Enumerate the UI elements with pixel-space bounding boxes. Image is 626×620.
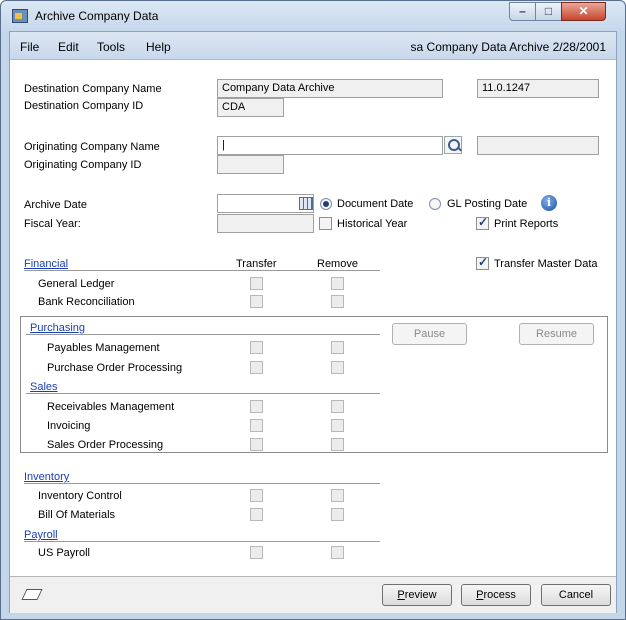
- payroll-divider: [24, 541, 380, 542]
- sales-divider: [26, 393, 380, 394]
- payables-transfer-checkbox[interactable]: [250, 341, 263, 354]
- user-company-date-status: sa Company Data Archive 2/28/2001: [410, 40, 606, 54]
- list-item: US Payroll: [38, 547, 90, 559]
- menu-tools[interactable]: Tools: [97, 40, 125, 54]
- list-item: Bill Of Materials: [38, 509, 116, 521]
- purchase-order-remove-checkbox[interactable]: [331, 361, 344, 374]
- archive-app-icon: [12, 9, 28, 23]
- orig-company-name-input[interactable]: |: [217, 136, 443, 155]
- sales-order-remove-checkbox[interactable]: [331, 438, 344, 451]
- us-payroll-transfer-checkbox[interactable]: [250, 546, 263, 559]
- close-button[interactable]: ✕: [561, 2, 606, 21]
- document-date-radio[interactable]: [320, 198, 332, 210]
- footer-bar: Preview Process Cancel: [10, 576, 616, 613]
- inventory-section-link[interactable]: Inventory: [24, 471, 69, 483]
- menu-help[interactable]: Help: [146, 40, 171, 54]
- invoicing-remove-checkbox[interactable]: [331, 419, 344, 432]
- orig-company-id-label: Originating Company ID: [24, 159, 142, 171]
- general-ledger-remove-checkbox[interactable]: [331, 277, 344, 290]
- invoicing-transfer-checkbox[interactable]: [250, 419, 263, 432]
- financial-section-link[interactable]: Financial: [24, 258, 68, 270]
- purchase-order-transfer-checkbox[interactable]: [250, 361, 263, 374]
- close-icon: ✕: [578, 4, 589, 18]
- preview-label: review: [404, 589, 437, 601]
- print-reports-checkbox[interactable]: [476, 215, 489, 230]
- menu-bar: File Edit Tools Help sa Company Data Arc…: [10, 32, 616, 60]
- menu-file[interactable]: File: [20, 40, 39, 54]
- fiscal-year-label: Fiscal Year:: [24, 218, 81, 230]
- inventory-control-transfer-checkbox[interactable]: [250, 489, 263, 502]
- list-item: Purchase Order Processing: [47, 362, 183, 374]
- list-item: Inventory Control: [38, 490, 122, 502]
- minimize-button[interactable]: –: [509, 2, 536, 21]
- info-icon[interactable]: i: [541, 195, 557, 211]
- cancel-button[interactable]: Cancel: [541, 584, 611, 606]
- sales-section-link[interactable]: Sales: [30, 381, 58, 393]
- historical-year-checkbox[interactable]: [319, 217, 332, 230]
- maximize-button[interactable]: □: [535, 2, 562, 21]
- process-label: rocess: [483, 589, 516, 601]
- list-item: Payables Management: [47, 342, 160, 354]
- bank-reconciliation-transfer-checkbox[interactable]: [250, 295, 263, 308]
- calendar-icon[interactable]: [299, 197, 313, 210]
- dest-company-name-label: Destination Company Name: [24, 83, 162, 95]
- purchasing-section-link[interactable]: Purchasing: [30, 322, 85, 334]
- note-icon[interactable]: [21, 589, 43, 600]
- transfer-master-label: Transfer Master Data: [494, 258, 598, 270]
- menu-edit[interactable]: Edit: [58, 40, 79, 54]
- dialog-content: File Edit Tools Help sa Company Data Arc…: [9, 31, 617, 613]
- dest-company-id-field: CDA: [217, 98, 284, 117]
- sales-order-transfer-checkbox[interactable]: [250, 438, 263, 451]
- list-item: General Ledger: [38, 278, 115, 290]
- document-date-label: Document Date: [337, 198, 414, 210]
- archive-window: Archive Company Data – □ ✕ File Edit Too…: [0, 0, 626, 620]
- list-item: Bank Reconciliation: [38, 296, 135, 308]
- gl-posting-date-label: GL Posting Date: [447, 198, 528, 210]
- orig-company-id-field: [217, 155, 284, 174]
- payroll-section-link[interactable]: Payroll: [24, 529, 58, 541]
- purchasing-divider: [26, 334, 380, 335]
- maximize-icon: □: [544, 4, 553, 18]
- receivables-transfer-checkbox[interactable]: [250, 400, 263, 413]
- list-item: Receivables Management: [47, 401, 175, 413]
- inventory-divider: [24, 483, 380, 484]
- receivables-remove-checkbox[interactable]: [331, 400, 344, 413]
- historical-year-label: Historical Year: [337, 218, 408, 230]
- financial-divider: [24, 270, 380, 271]
- title-bar: Archive Company Data – □ ✕: [1, 1, 625, 31]
- general-ledger-transfer-checkbox[interactable]: [250, 277, 263, 290]
- preview-mnemonic: P: [397, 589, 405, 601]
- window-title: Archive Company Data: [35, 9, 159, 23]
- bank-reconciliation-remove-checkbox[interactable]: [331, 295, 344, 308]
- list-item: Invoicing: [47, 420, 91, 432]
- version-field: 11.0.1247: [477, 79, 599, 98]
- orig-company-extra-field: [477, 136, 599, 155]
- pause-button[interactable]: Pause: [392, 323, 467, 345]
- fiscal-year-field: [217, 214, 314, 233]
- transfer-master-checkbox[interactable]: [476, 255, 489, 270]
- bill-of-materials-remove-checkbox[interactable]: [331, 508, 344, 521]
- archive-date-label: Archive Date: [24, 199, 87, 211]
- payables-remove-checkbox[interactable]: [331, 341, 344, 354]
- resume-button[interactable]: Resume: [519, 323, 594, 345]
- dest-company-id-label: Destination Company ID: [24, 100, 144, 112]
- transfer-column-header: Transfer: [236, 258, 277, 270]
- dest-company-name-field: Company Data Archive: [217, 79, 443, 98]
- inventory-control-remove-checkbox[interactable]: [331, 489, 344, 502]
- process-button[interactable]: Process: [461, 584, 531, 606]
- preview-button[interactable]: Preview: [382, 584, 452, 606]
- print-reports-label: Print Reports: [494, 218, 559, 230]
- bill-of-materials-transfer-checkbox[interactable]: [250, 508, 263, 521]
- minimize-icon: –: [519, 4, 526, 18]
- list-item: Sales Order Processing: [47, 439, 164, 451]
- gl-posting-date-radio[interactable]: [429, 198, 441, 210]
- magnifier-icon[interactable]: [444, 136, 462, 154]
- remove-column-header: Remove: [317, 258, 358, 270]
- orig-company-name-label: Originating Company Name: [24, 141, 160, 153]
- us-payroll-remove-checkbox[interactable]: [331, 546, 344, 559]
